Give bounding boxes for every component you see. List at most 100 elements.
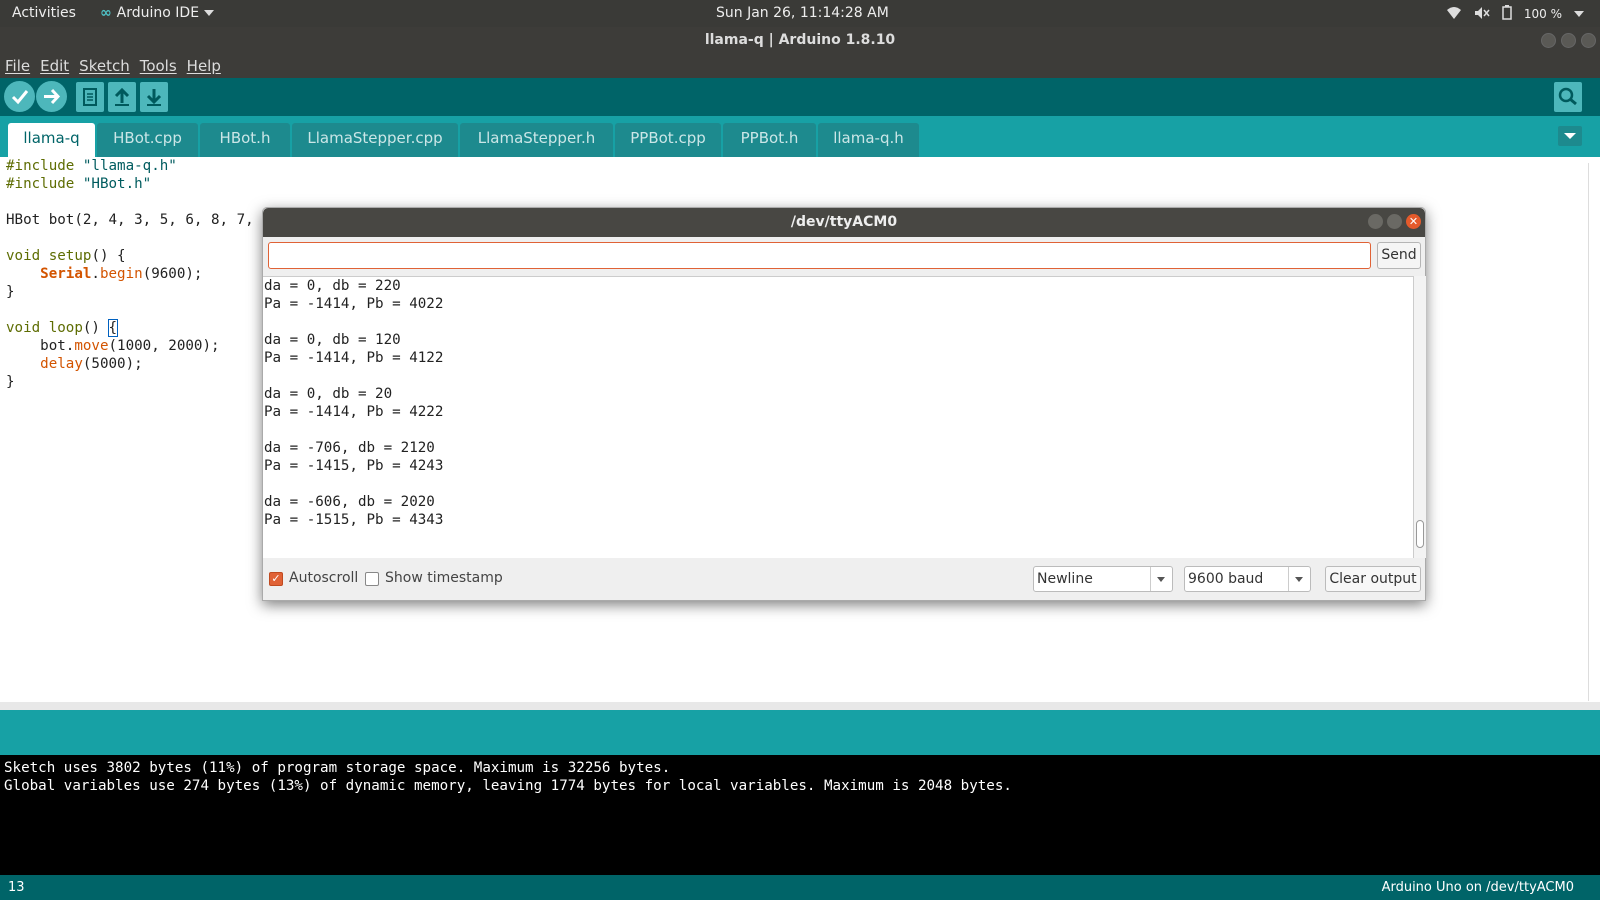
minimize-button[interactable] — [1541, 33, 1556, 48]
verify-button[interactable] — [4, 81, 35, 112]
tab-hbot-h[interactable]: HBot.h — [200, 123, 290, 157]
menu-tools[interactable]: Tools — [140, 54, 177, 78]
save-sketch-button[interactable] — [140, 82, 168, 112]
code-function: setup — [48, 248, 92, 264]
tab-ppbot-cpp[interactable]: PPBot.cpp — [615, 123, 721, 157]
menu-edit[interactable]: Edit — [40, 54, 69, 78]
window-title: llama-q | Arduino 1.8.10 — [704, 32, 896, 48]
code-keyword: void — [6, 248, 41, 264]
chevron-down-icon — [204, 10, 215, 16]
line-ending-value: Newline — [1037, 571, 1093, 587]
chevron-down-icon — [1574, 11, 1584, 17]
tab-llamastepper-cpp[interactable]: LlamaStepper.cpp — [292, 123, 458, 157]
line-number: 13 — [8, 880, 25, 895]
arrow-right-icon — [44, 88, 61, 105]
serial-line: Pa = -1415, Pb = 4243 — [264, 458, 444, 474]
menu-bar: File Edit Sketch Tools Help — [0, 54, 1600, 78]
close-button[interactable] — [1581, 33, 1596, 48]
close-button[interactable]: ✕ — [1406, 214, 1421, 229]
serial-line: da = -706, db = 2120 — [264, 440, 435, 456]
tab-llama-q-h[interactable]: llama-q.h — [818, 123, 919, 157]
code-keyword: void — [6, 320, 41, 336]
serial-input-field[interactable] — [268, 242, 1371, 269]
autoscroll-checkbox[interactable]: ✓ — [269, 572, 283, 586]
window-title-bar: llama-q | Arduino 1.8.10 — [0, 27, 1600, 54]
line-ending-select[interactable]: Newline — [1033, 566, 1173, 592]
serial-line: da = 0, db = 120 — [264, 332, 401, 348]
new-file-icon — [83, 88, 97, 106]
menu-sketch[interactable]: Sketch — [79, 54, 130, 78]
send-button[interactable]: Send — [1377, 242, 1421, 269]
timestamp-checkbox[interactable] — [365, 572, 379, 586]
console-output[interactable]: Sketch uses 3802 bytes (11%) of program … — [0, 755, 1600, 875]
app-name: Arduino IDE — [116, 5, 200, 21]
code-keyword: #include — [6, 158, 75, 174]
clock[interactable]: Sun Jan 26, 11:14:28 AM — [716, 5, 889, 21]
serial-output[interactable]: da = 0, db = 220 Pa = -1414, Pb = 4022 d… — [263, 276, 1413, 558]
system-tray[interactable]: 100 % — [1446, 5, 1584, 23]
code-line: () { — [91, 248, 126, 264]
arrow-up-icon — [114, 87, 130, 106]
autoscroll-label: Autoscroll — [289, 570, 359, 586]
editor-scrollbar[interactable] — [1588, 163, 1598, 701]
code-line: } — [6, 374, 15, 390]
code-line: () — [82, 320, 109, 336]
upload-button[interactable] — [36, 81, 67, 112]
code-line: (5000); — [82, 356, 143, 372]
footer-bar: 13 Arduino Uno on /dev/ttyACM0 — [0, 875, 1600, 900]
code-keyword: #include — [6, 176, 75, 192]
code-line: (1000, 2000); — [108, 338, 220, 354]
checkmark-icon — [11, 90, 29, 105]
serial-monitor-title-bar[interactable]: /dev/ttyACM0 ✕ — [263, 208, 1425, 237]
board-info: Arduino Uno on /dev/ttyACM0 — [1381, 880, 1574, 895]
console-line: Sketch uses 3802 bytes (11%) of program … — [4, 760, 671, 776]
arrow-down-icon — [146, 89, 162, 106]
chevron-down-icon — [1564, 133, 1576, 139]
clear-output-button[interactable]: Clear output — [1325, 566, 1421, 592]
code-function: delay — [40, 356, 83, 372]
code-function: begin — [99, 266, 143, 282]
serial-line: Pa = -1414, Pb = 4222 — [264, 404, 444, 420]
code-string: "HBot.h" — [82, 176, 152, 192]
activities-button[interactable]: Activities — [12, 5, 76, 21]
maximize-button[interactable] — [1561, 33, 1576, 48]
code-text[interactable]: #include "llama-q.h" #include "HBot.h" H… — [6, 157, 254, 391]
code-function: move — [74, 338, 109, 354]
tab-hbot-cpp[interactable]: HBot.cpp — [97, 123, 198, 157]
tab-llama-q[interactable]: llama-q — [8, 123, 95, 157]
system-top-bar: Activities ∞ Arduino IDE Sun Jan 26, 11:… — [0, 0, 1600, 27]
baud-rate-select[interactable]: 9600 baud — [1184, 566, 1311, 592]
serial-scrollbar[interactable] — [1413, 276, 1426, 558]
battery-level: 100 % — [1523, 7, 1562, 21]
menu-file[interactable]: File — [5, 54, 30, 78]
serial-line: da = 0, db = 220 — [264, 278, 401, 294]
battery-icon — [1502, 5, 1512, 23]
split-divider[interactable] — [0, 702, 1600, 710]
status-bar — [0, 710, 1600, 755]
serial-monitor-title: /dev/ttyACM0 — [790, 214, 898, 230]
code-object: Serial — [40, 266, 92, 282]
open-sketch-button[interactable] — [108, 82, 136, 112]
arduino-logo-icon: ∞ — [100, 5, 112, 21]
code-string: "llama-q.h" — [82, 158, 177, 174]
wifi-icon — [1446, 6, 1462, 23]
bracket-match: { — [107, 319, 119, 337]
code-line: } — [6, 284, 15, 300]
new-sketch-button[interactable] — [76, 82, 104, 112]
magnifier-icon — [1558, 87, 1577, 106]
tab-menu-button[interactable] — [1558, 126, 1582, 146]
tab-llamastepper-h[interactable]: LlamaStepper.h — [460, 123, 613, 157]
serial-line: da = -606, db = 2020 — [264, 494, 435, 510]
tab-ppbot-h[interactable]: PPBot.h — [723, 123, 816, 157]
serial-line: da = 0, db = 20 — [264, 386, 393, 402]
serial-monitor-button[interactable] — [1554, 82, 1582, 112]
maximize-button[interactable] — [1387, 214, 1402, 229]
baud-rate-value: 9600 baud — [1188, 571, 1264, 587]
menu-help[interactable]: Help — [187, 54, 221, 78]
scrollbar-thumb[interactable] — [1416, 520, 1424, 548]
minimize-button[interactable] — [1368, 214, 1383, 229]
serial-monitor-window: /dev/ttyACM0 ✕ Send da = 0, db = 220 Pa … — [262, 207, 1426, 601]
app-menu[interactable]: ∞ Arduino IDE — [100, 5, 215, 21]
tab-bar: llama-q HBot.cpp HBot.h LlamaStepper.cpp… — [0, 116, 1600, 157]
serial-line: Pa = -1414, Pb = 4022 — [264, 296, 444, 312]
